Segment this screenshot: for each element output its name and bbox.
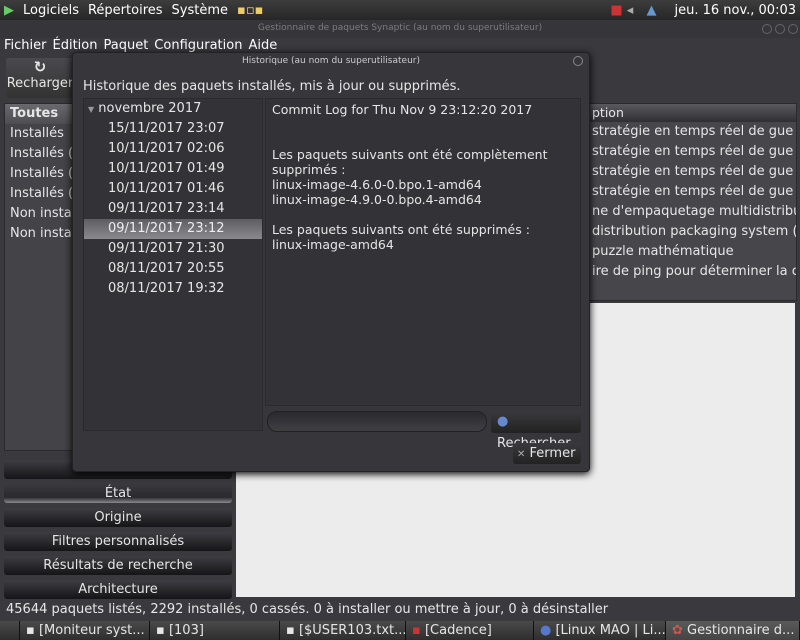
filter-button-origine[interactable]: Origine xyxy=(4,508,232,527)
menu-logiciels[interactable]: Logiciels xyxy=(23,3,79,18)
apps-icon: ▶ xyxy=(4,2,14,18)
filter-button-search-results[interactable]: Résultats de recherche xyxy=(4,556,232,575)
history-entry[interactable]: 10/11/2017 01:46 xyxy=(84,179,262,199)
filter-button-etat[interactable]: État xyxy=(4,484,232,503)
history-dialog: Historique (au nom du superutilisateur) … xyxy=(72,52,590,472)
dialog-title: Historique (au nom du superutilisateur) xyxy=(242,56,420,66)
menu-repertoires[interactable]: Répertoires xyxy=(88,3,163,18)
top-panel: ▶ Logiciels Répertoires Système ▪▫▪ ■ ◂ … xyxy=(0,0,800,20)
launcher-icons[interactable]: ▪▫▪ xyxy=(237,3,263,18)
close-icon: ✕ xyxy=(517,449,526,460)
log-package: linux-image-4.9.0-0.bpo.4-amd64 xyxy=(272,192,482,207)
search-input[interactable] xyxy=(267,411,487,432)
task-button[interactable]: ▪ [103] xyxy=(150,621,280,640)
task-button[interactable]: ● [Linux MAO | Li... xyxy=(534,621,666,640)
reload-label: Recharger xyxy=(6,76,74,91)
history-entry[interactable]: 09/11/2017 21:30 xyxy=(84,239,262,259)
history-entry[interactable]: 10/11/2017 02:06 xyxy=(84,139,262,159)
dialog-heading: Historique des paquets installés, mis à … xyxy=(83,79,461,94)
status-bar: 45644 paquets listés, 2292 installés, 0 … xyxy=(6,602,609,617)
task-button[interactable]: ▪ [Cadence] xyxy=(406,621,534,640)
log-package: linux-image-4.6.0-0.bpo.1-amd64 xyxy=(272,177,482,192)
window-title: Gestionnaire de paquets Synaptic (au nom… xyxy=(0,20,800,38)
history-entry[interactable]: 08/11/2017 19:32 xyxy=(84,279,262,299)
task-button[interactable]: ▪ [Moniteur syst... xyxy=(20,621,150,640)
tray-icons[interactable]: ■ ◂ ▲ xyxy=(610,3,665,18)
log-removed-heading: Les paquets suivants ont été supprimés : xyxy=(272,222,530,237)
task-button[interactable]: ▪ [$USER103.txt... xyxy=(280,621,406,640)
reload-button[interactable]: ↻ Recharger xyxy=(6,58,74,98)
history-tree: ▼ novembre 2017 15/11/2017 23:07 10/11/2… xyxy=(83,98,263,431)
close-window-button[interactable] xyxy=(788,24,798,34)
history-entry-selected[interactable]: 09/11/2017 23:12 xyxy=(84,219,262,239)
history-entry[interactable]: 09/11/2017 23:14 xyxy=(84,199,262,219)
commit-log: Commit Log for Thu Nov 9 23:12:20 2017 L… xyxy=(265,98,581,406)
history-entry[interactable]: 15/11/2017 23:07 xyxy=(84,119,262,139)
tree-month[interactable]: ▼ novembre 2017 xyxy=(84,99,262,119)
close-button[interactable]: ✕ Fermer xyxy=(513,443,581,464)
menu-fichier[interactable]: Fichier xyxy=(4,38,47,56)
history-entry[interactable]: 08/11/2017 20:55 xyxy=(84,259,262,279)
task-button-active[interactable]: ✿ Gestionnaire d... xyxy=(666,621,800,640)
menu-systeme[interactable]: Système xyxy=(172,3,228,18)
maximize-button[interactable] xyxy=(775,24,785,34)
log-purged-heading: Les paquets suivants ont été complètemen… xyxy=(272,147,548,177)
filter-button-architecture[interactable]: Architecture xyxy=(4,580,232,599)
search-button[interactable]: ● Rechercher xyxy=(491,411,581,451)
expander-icon: ▼ xyxy=(88,105,95,114)
log-title: Commit Log for Thu Nov 9 23:12:20 2017 xyxy=(272,102,533,117)
minimize-button[interactable] xyxy=(762,24,772,34)
taskbar: ▪ [Moniteur syst... ▪ [103] ▪ [$USER103.… xyxy=(0,621,800,640)
reload-icon: ↻ xyxy=(33,58,47,76)
show-desktop-icon[interactable] xyxy=(0,621,20,640)
filter-button-custom[interactable]: Filtres personnalisés xyxy=(4,532,232,551)
clock[interactable]: jeu. 16 nov., 00:03 xyxy=(674,3,796,18)
dialog-close-icon[interactable] xyxy=(573,56,583,66)
history-entry[interactable]: 10/11/2017 01:49 xyxy=(84,159,262,179)
log-package: linux-image-amd64 xyxy=(272,237,394,252)
search-icon: ● xyxy=(497,414,509,429)
